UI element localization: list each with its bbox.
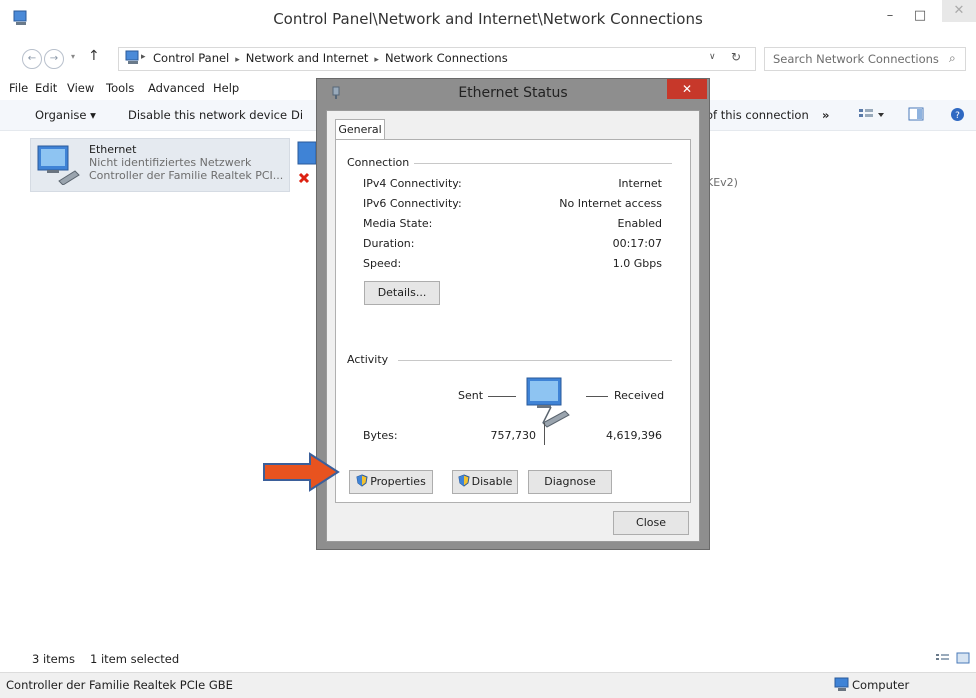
menu-edit[interactable]: Edit: [35, 81, 57, 95]
item-name: Ethernet: [89, 143, 137, 156]
menu-tools[interactable]: Tools: [106, 81, 134, 95]
dialog-title: Ethernet Status: [458, 85, 568, 101]
preview-pane-icon[interactable]: [908, 107, 924, 122]
properties-label: Properties: [370, 475, 426, 488]
breadcrumb-network-connections[interactable]: Network Connections: [385, 51, 508, 65]
svg-text:?: ?: [955, 111, 960, 121]
title-bar: Control Panel\Network and Internet\Netwo…: [0, 0, 976, 40]
disable-label: Disable: [471, 475, 513, 488]
dialog-close-button[interactable]: ✕: [667, 79, 707, 99]
speed-value: 1.0 Gbps: [612, 257, 662, 270]
tab-general[interactable]: General: [335, 119, 385, 140]
menu-help[interactable]: Help: [213, 81, 239, 95]
ipv6-value: No Internet access: [559, 197, 662, 210]
back-button[interactable]: ←: [22, 49, 42, 69]
forward-button[interactable]: →: [44, 49, 64, 69]
partial-item-text: KEv2): [706, 176, 738, 189]
uac-shield-icon: [356, 474, 368, 487]
media-state-value: Enabled: [617, 217, 662, 230]
diagnose-button[interactable]: Diagnose: [528, 470, 612, 494]
annotation-arrow-icon: [263, 452, 340, 492]
item-count: 3 items: [32, 652, 75, 666]
media-state-label: Media State:: [363, 217, 433, 230]
properties-button[interactable]: Properties: [349, 470, 433, 494]
breadcrumb: Control Panel ▸ Network and Internet ▸ Netwo…: [153, 51, 508, 65]
search-placeholder: Search Network Connections: [773, 52, 939, 66]
activity-divider: [398, 360, 672, 361]
menu-file[interactable]: File: [9, 81, 28, 95]
dialog-body: General Connection IPv4 Connectivity: In…: [326, 110, 700, 542]
breadcrumb-network-and-internet[interactable]: Network and Internet: [246, 51, 369, 65]
item-status: Nicht identifiziertes Netzwerk: [89, 156, 252, 169]
uac-shield-icon: [458, 474, 470, 487]
recent-locations-icon[interactable]: ▾: [71, 52, 75, 61]
second-adapter-icon: [297, 141, 316, 184]
minimize-button[interactable]: –: [876, 6, 904, 26]
window-title: Control Panel\Network and Internet\Netwo…: [273, 10, 703, 28]
details-button[interactable]: Details...: [364, 281, 440, 305]
footer-location: Computer: [852, 678, 910, 692]
search-icon[interactable]: ⌕: [949, 51, 956, 66]
address-bar-row: ← → ▾ ↑ ▸ Control Panel ▸ Network and Inte…: [0, 44, 976, 72]
duration-value: 00:17:07: [612, 237, 662, 250]
refresh-icon[interactable]: ↻: [731, 50, 741, 64]
item-device: Controller der Familie Realtek PCI...: [89, 169, 284, 182]
ipv4-value: Internet: [618, 177, 662, 190]
view-status-button[interactable]: of this connection: [706, 108, 809, 122]
organise-button[interactable]: Organise ▾: [35, 108, 96, 122]
received-line: [586, 396, 608, 397]
speed-label: Speed:: [363, 257, 402, 270]
disable-network-device-button[interactable]: Disable this network device: [128, 108, 287, 122]
connection-group-label: Connection: [347, 156, 410, 169]
bytes-received-value: 4,619,396: [606, 429, 662, 442]
ipv6-label: IPv6 Connectivity:: [363, 197, 462, 210]
maximize-button[interactable]: □: [906, 6, 934, 26]
sent-label: Sent: [458, 389, 484, 402]
address-field[interactable]: ▸ Control Panel ▸ Network and Internet ▸ Net…: [118, 47, 756, 71]
duration-label: Duration:: [363, 237, 415, 250]
diagnose-connection-button[interactable]: Di: [291, 108, 303, 122]
received-label: Received: [614, 389, 665, 402]
computer-icon: [834, 677, 849, 691]
sent-line: [488, 396, 516, 397]
details-footer: Controller der Familie Realtek PCIe GBE …: [0, 672, 976, 698]
menu-advanced[interactable]: Advanced: [148, 81, 205, 95]
ipv4-label: IPv4 Connectivity:: [363, 177, 462, 190]
activity-group-label: Activity: [347, 353, 389, 366]
item-text: Ethernet Nicht identifiziertes Netzwerk …: [89, 143, 283, 182]
network-activity-icon: [526, 377, 570, 428]
close-button[interactable]: ✕: [942, 0, 976, 22]
status-bar: 3 items 1 item selected: [0, 648, 976, 670]
dialog-close-action-button[interactable]: Close: [613, 511, 689, 535]
network-item-ethernet[interactable]: Ethernet Nicht identifiziertes Netzwerk …: [30, 138, 290, 192]
up-button[interactable]: ↑: [88, 48, 100, 64]
view-toggle-icons[interactable]: [935, 652, 971, 665]
address-dropdown-icon[interactable]: ∨: [709, 52, 716, 62]
footer-description: Controller der Familie Realtek PCIe GBE: [6, 678, 233, 692]
menu-view[interactable]: View: [67, 81, 94, 95]
help-icon[interactable]: ?: [950, 107, 965, 122]
selection-count: 1 item selected: [90, 652, 180, 666]
search-input[interactable]: Search Network Connections ⌕: [764, 47, 966, 71]
change-view-icon[interactable]: [858, 108, 888, 122]
general-panel: Connection IPv4 Connectivity: Internet I…: [335, 139, 691, 503]
ethernet-adapter-icon: [37, 145, 80, 185]
ethernet-status-dialog: Ethernet Status ✕ General Connection IPv…: [316, 78, 710, 550]
more-commands-button[interactable]: »: [822, 108, 829, 122]
connection-divider: [414, 163, 672, 164]
disable-button[interactable]: Disable: [452, 470, 518, 494]
breadcrumb-control-panel[interactable]: Control Panel: [153, 51, 229, 65]
